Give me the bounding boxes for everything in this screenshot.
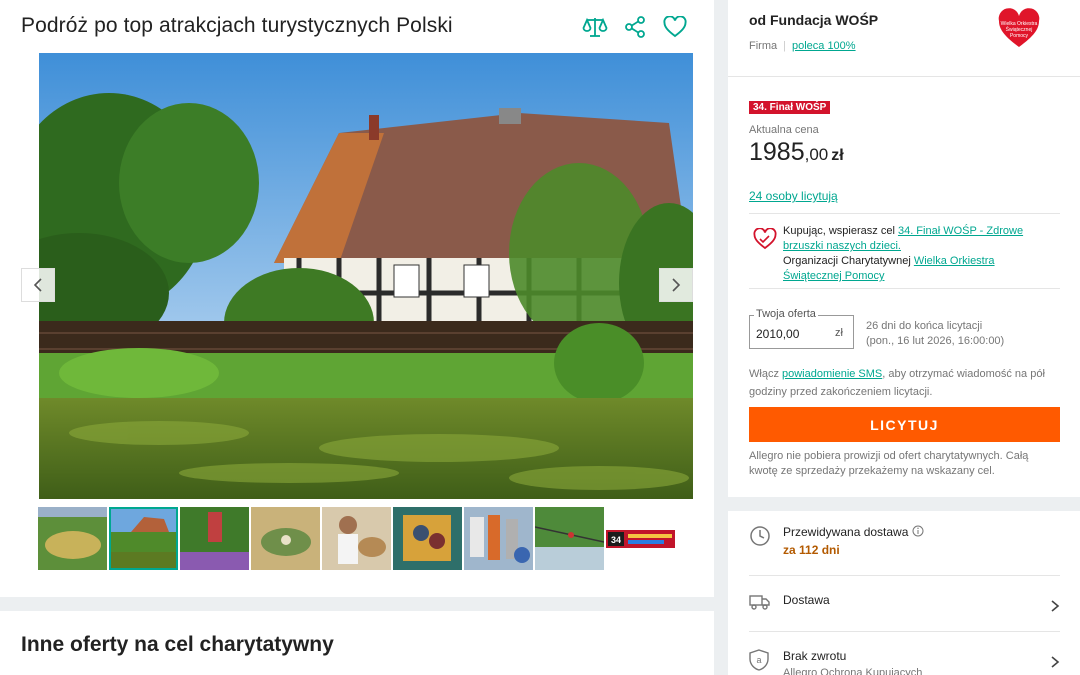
seller-name[interactable]: od Fundacja WOŚP bbox=[749, 12, 878, 28]
price-label: Aktualna cena bbox=[749, 124, 819, 136]
offer-value[interactable]: 2010,00 bbox=[756, 327, 799, 341]
expected-delivery-row: Przewidywana dostawa za 112 dni bbox=[749, 525, 1060, 565]
bid-button[interactable]: LICYTUJ bbox=[749, 407, 1060, 442]
thumbnail[interactable] bbox=[180, 507, 249, 570]
other-offers-section: Inne oferty na cel charytatywny bbox=[0, 611, 714, 675]
sms-prefix: Włącz bbox=[749, 368, 782, 380]
compare-icon[interactable] bbox=[582, 14, 608, 40]
chevron-right-icon bbox=[672, 278, 681, 292]
chevron-left-icon bbox=[33, 278, 42, 292]
title-actions bbox=[582, 14, 688, 40]
sms-link[interactable]: powiadomienie SMS bbox=[782, 368, 882, 380]
main-photo[interactable] bbox=[39, 53, 693, 499]
svg-text:Pomocy: Pomocy bbox=[1010, 33, 1029, 39]
commission-note: Allegro nie pobiera prowizji od ofert ch… bbox=[749, 450, 1029, 477]
thumbnail[interactable] bbox=[464, 507, 533, 570]
sms-notification: Włącz powiadomienie SMS, aby otrzymać wi… bbox=[749, 365, 1059, 401]
seller-type: Firma bbox=[749, 40, 778, 52]
heart-outline-icon[interactable] bbox=[662, 14, 688, 40]
listing-title: Podróż po top atrakcjach turystycznych P… bbox=[21, 14, 453, 37]
thumbnail[interactable] bbox=[322, 507, 391, 570]
info-icon[interactable] bbox=[912, 525, 924, 537]
truck-icon bbox=[749, 593, 771, 616]
shipping-label: Dostawa bbox=[783, 593, 830, 607]
charity-info: Kupując, wspierasz cel 34. Finał WOŚP - … bbox=[749, 213, 1060, 289]
seller-recommend-link[interactable]: poleca 100% bbox=[792, 40, 856, 52]
charity-heart-icon bbox=[753, 227, 777, 255]
gallery-next-button[interactable] bbox=[659, 268, 693, 302]
svg-text:Świątecznej: Świątecznej bbox=[1006, 25, 1033, 33]
thumbnail-strip: 34 bbox=[38, 507, 675, 570]
price-currency: zł bbox=[831, 147, 844, 164]
thumbnail[interactable] bbox=[393, 507, 462, 570]
return-label: Brak zwrotu bbox=[783, 649, 847, 663]
thumbnail[interactable]: 34 bbox=[606, 507, 675, 570]
charity-line1: Kupując, wspierasz cel bbox=[783, 225, 898, 237]
shield-icon: a bbox=[749, 649, 769, 675]
charity-line2: Organizacji Charytatywnej bbox=[783, 255, 914, 267]
thumbnail[interactable] bbox=[38, 507, 107, 570]
wosp-logo: Wielka Orkiestra Świątecznej Pomocy bbox=[998, 8, 1040, 50]
chevron-right-icon[interactable] bbox=[1050, 655, 1060, 674]
other-offers-title: Inne oferty na cel charytatywny bbox=[21, 633, 334, 656]
clock-icon bbox=[749, 525, 771, 552]
current-price: 1985,00 zł bbox=[749, 138, 844, 167]
return-sub: Allegro Ochrona Kupujących bbox=[783, 667, 923, 675]
svg-text:a: a bbox=[756, 655, 761, 665]
expected-delivery-label: Przewidywana dostawa bbox=[783, 525, 924, 539]
thumbnail[interactable] bbox=[109, 507, 178, 570]
svg-text:34: 34 bbox=[611, 535, 621, 545]
time-left: 26 dni do końca licytacji (pon., 16 lut … bbox=[866, 319, 1004, 349]
divider bbox=[728, 76, 1080, 77]
time-left-days: 26 dni do końca licytacji bbox=[866, 320, 983, 332]
share-icon[interactable] bbox=[622, 14, 648, 40]
gallery-prev-button[interactable] bbox=[21, 268, 55, 302]
divider bbox=[749, 631, 1060, 632]
price-integer: 1985 bbox=[749, 138, 805, 166]
delivery-panel: Przewidywana dostawa za 112 dni Dostawa … bbox=[728, 511, 1080, 675]
expected-delivery-value: za 112 dni bbox=[783, 543, 840, 557]
price-decimal: ,00 bbox=[804, 145, 829, 164]
thumbnail[interactable] bbox=[251, 507, 320, 570]
return-row[interactable]: a Brak zwrotu Allegro Ochrona Kupujących bbox=[749, 649, 1060, 675]
wosp-final-badge: 34. Finał WOŚP bbox=[749, 101, 831, 114]
shipping-row[interactable]: Dostawa bbox=[749, 593, 1060, 617]
charity-text: Kupując, wspierasz cel 34. Finał WOŚP - … bbox=[783, 224, 1053, 284]
auction-panel: od Fundacja WOŚP Firma | poleca 100% Wielk… bbox=[728, 0, 1080, 497]
thumbnail[interactable] bbox=[535, 507, 604, 570]
divider bbox=[749, 575, 1060, 576]
gallery-card: Podróż po top atrakcjach turystycznych P… bbox=[0, 0, 714, 597]
offer-currency: zł bbox=[835, 327, 843, 339]
offer-label: Twoja oferta bbox=[754, 308, 818, 320]
auction-end-date: (pon., 16 lut 2026, 16:00:00) bbox=[866, 335, 1005, 347]
bidders-link[interactable]: 24 osoby licytują bbox=[749, 189, 838, 203]
seller-meta: Firma | poleca 100% bbox=[749, 40, 856, 52]
chevron-right-icon[interactable] bbox=[1050, 599, 1060, 618]
